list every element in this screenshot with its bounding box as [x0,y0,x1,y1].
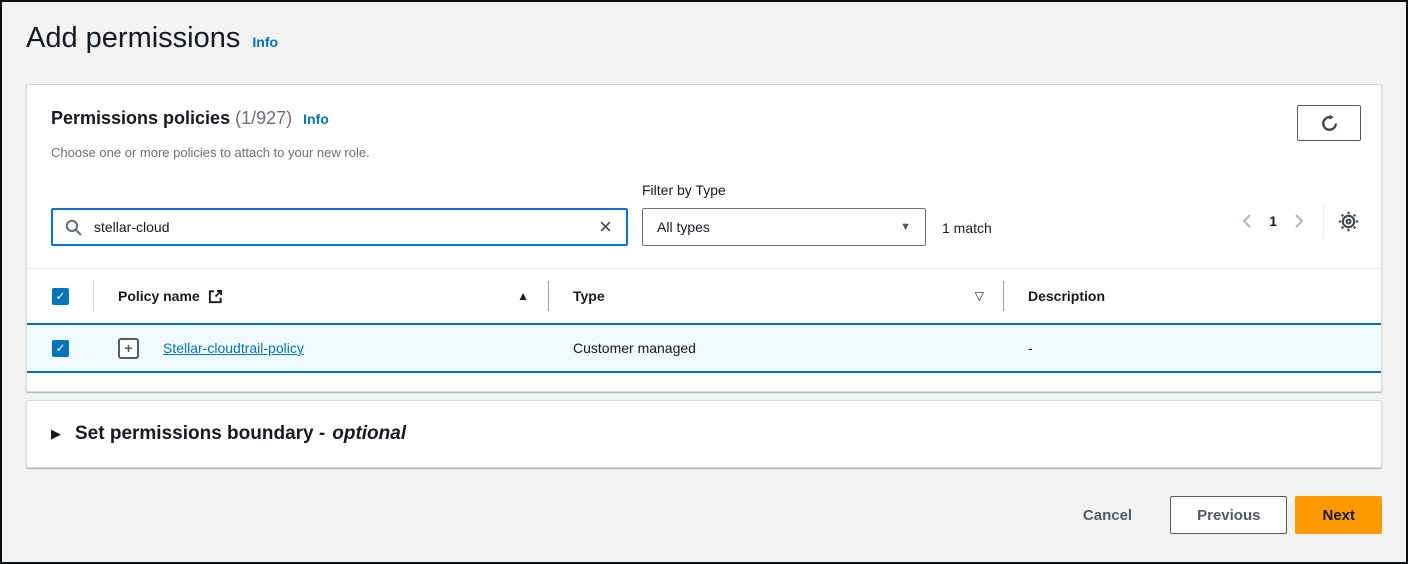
search-input[interactable] [92,218,597,236]
expand-row-button[interactable]: + [118,338,139,359]
type-filter-group: Filter by Type All types ▼ [642,180,926,246]
selection-count: (1/927) [235,108,292,128]
previous-page-button[interactable] [1235,209,1259,233]
search-icon [65,219,82,236]
clear-icon: × [599,214,612,239]
type-filter-label: Filter by Type [642,180,926,200]
match-count: 1 match [942,220,992,246]
check-icon: ✓ [55,290,65,302]
panel-description: Choose one or more policies to attach to… [51,144,370,162]
table-bottom-spacer [27,373,1381,391]
boundary-section-title: Set permissions boundary - [75,423,325,445]
current-page-number[interactable]: 1 [1269,213,1277,229]
sort-none-icon[interactable]: ▽ [975,289,984,303]
clear-search-button[interactable]: × [597,216,614,238]
panel-header: Permissions policies (1/927) Info Choose… [27,85,1381,162]
cancel-button[interactable]: Cancel [1079,501,1136,530]
panel-header-text: Permissions policies (1/927) Info Choose… [51,105,370,162]
table-preferences-button[interactable] [1336,209,1361,234]
next-button[interactable]: Next [1295,496,1382,534]
row-type-value: Customer managed [573,340,696,356]
panel-info-link[interactable]: Info [303,111,329,127]
boundary-optional-label: optional [332,423,406,445]
row-policy-name-cell: + Stellar-cloudtrail-policy [94,338,549,359]
sort-ascending-icon[interactable]: ▲ [517,289,529,303]
type-header[interactable]: Type ▽ [549,288,1004,304]
panel-title: Permissions policies [51,108,230,128]
page-header: Add permissions Info [26,18,1382,58]
row-description-value: - [1028,340,1033,356]
page-info-link[interactable]: Info [252,34,278,50]
type-filter-value: All types [657,219,710,235]
row-description-cell: - [1004,340,1381,356]
description-header: Description [1004,288,1381,304]
table-row[interactable]: ✓ + Stellar-cloudtrail-policy Customer m… [27,323,1381,373]
wizard-footer: Cancel Previous Next [26,496,1382,534]
permissions-policies-panel: Permissions policies (1/927) Info Choose… [26,84,1382,392]
chevron-down-icon: ▼ [900,221,911,233]
chevron-left-icon [1241,213,1253,229]
chevron-right-icon [1293,213,1305,229]
check-icon: ✓ [55,342,65,354]
page-title: Add permissions [26,18,240,58]
policy-name-link[interactable]: Stellar-cloudtrail-policy [163,340,304,356]
search-box[interactable]: × [51,208,628,246]
description-header-label: Description [1028,288,1105,304]
previous-button[interactable]: Previous [1170,496,1287,534]
panel-title-row: Permissions policies (1/927) Info [51,105,370,132]
row-type-cell: Customer managed [549,340,1004,356]
toolbar-divider [1323,204,1324,238]
pagination: 1 [1235,204,1361,246]
gear-icon [1338,211,1359,232]
plus-icon: + [124,341,132,355]
select-all-checkbox[interactable]: ✓ [52,288,69,305]
table-header-row: ✓ Policy name ▲ Type ▽ Description [27,268,1381,323]
next-page-button[interactable] [1287,209,1311,233]
refresh-icon [1320,114,1339,133]
policy-name-header[interactable]: Policy name ▲ [94,288,549,304]
row-checkbox[interactable]: ✓ [52,340,69,357]
permissions-boundary-section[interactable]: ▶ Set permissions boundary - optional [26,400,1382,468]
table-toolbar: × Filter by Type All types ▼ 1 match 1 [27,162,1381,268]
external-link-icon [208,289,223,304]
type-filter-select[interactable]: All types ▼ [642,208,926,246]
expand-section-icon[interactable]: ▶ [51,426,61,442]
select-all-cell: ✓ [27,288,94,305]
type-header-label: Type [573,288,605,304]
policy-name-header-label: Policy name [118,288,200,304]
refresh-button[interactable] [1297,105,1361,141]
row-select-cell: ✓ [27,340,94,357]
